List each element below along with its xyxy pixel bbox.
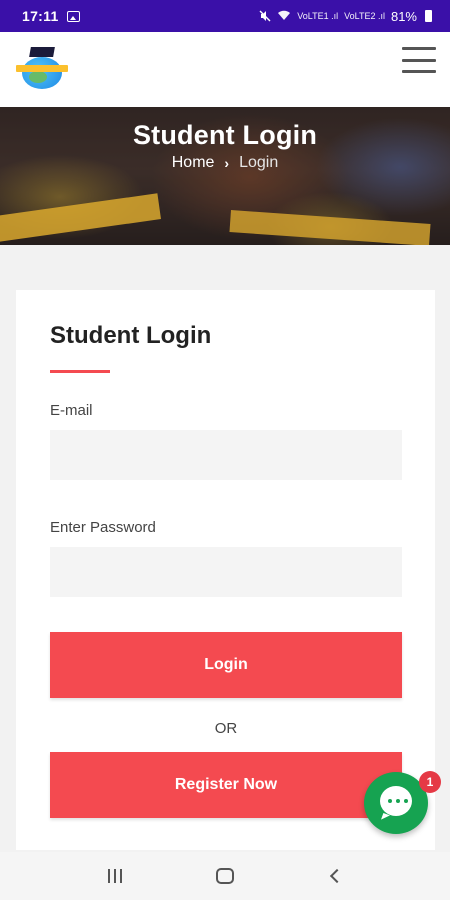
signal-icon-sim1: VoLTE1 .ıl [297, 11, 339, 21]
graduation-cap-icon [29, 47, 55, 57]
breadcrumb: Home › Login [0, 154, 450, 172]
battery-icon [425, 10, 432, 22]
password-label: Enter Password [50, 519, 156, 536]
page-title: Student Login [132, 120, 318, 150]
recents-button[interactable] [95, 861, 135, 891]
back-icon [329, 868, 345, 884]
chat-badge: 1 [419, 771, 441, 793]
email-label: E-mail [50, 402, 93, 419]
breadcrumb-current: Login [239, 154, 279, 171]
signal-icon-sim2: VoLTE2 .ıl [344, 11, 385, 21]
hamburger-icon[interactable] [402, 47, 436, 73]
recents-icon [108, 869, 122, 883]
status-time: 17:11 [22, 8, 59, 24]
chevron-right-icon: › [224, 155, 230, 171]
site-header [0, 32, 450, 107]
form-title: Student Login [50, 322, 212, 349]
email-field[interactable] [50, 430, 402, 480]
status-bar: 17:11 VoLTE1 .ıl VoLTE2 .ıl 81% [0, 0, 450, 32]
home-icon [216, 868, 234, 884]
android-nav-bar [0, 852, 450, 900]
status-indicators: VoLTE1 .ıl VoLTE2 .ıl 81% [259, 9, 432, 24]
login-button[interactable]: Login [50, 632, 402, 698]
breadcrumb-home[interactable]: Home [172, 154, 215, 172]
graduation-globe-logo[interactable] [16, 47, 68, 91]
login-card: Student Login E-mail Enter Password Logi… [16, 290, 435, 850]
home-button[interactable] [205, 861, 245, 891]
password-field[interactable] [50, 547, 402, 597]
register-button[interactable]: Register Now [50, 752, 402, 818]
or-divider: OR [214, 720, 238, 737]
mute-icon [259, 10, 271, 22]
wifi-icon [277, 10, 291, 23]
battery-percent: 81% [390, 8, 417, 24]
back-button[interactable] [315, 861, 355, 891]
title-underline [50, 370, 110, 373]
image-notification-icon [66, 10, 80, 22]
